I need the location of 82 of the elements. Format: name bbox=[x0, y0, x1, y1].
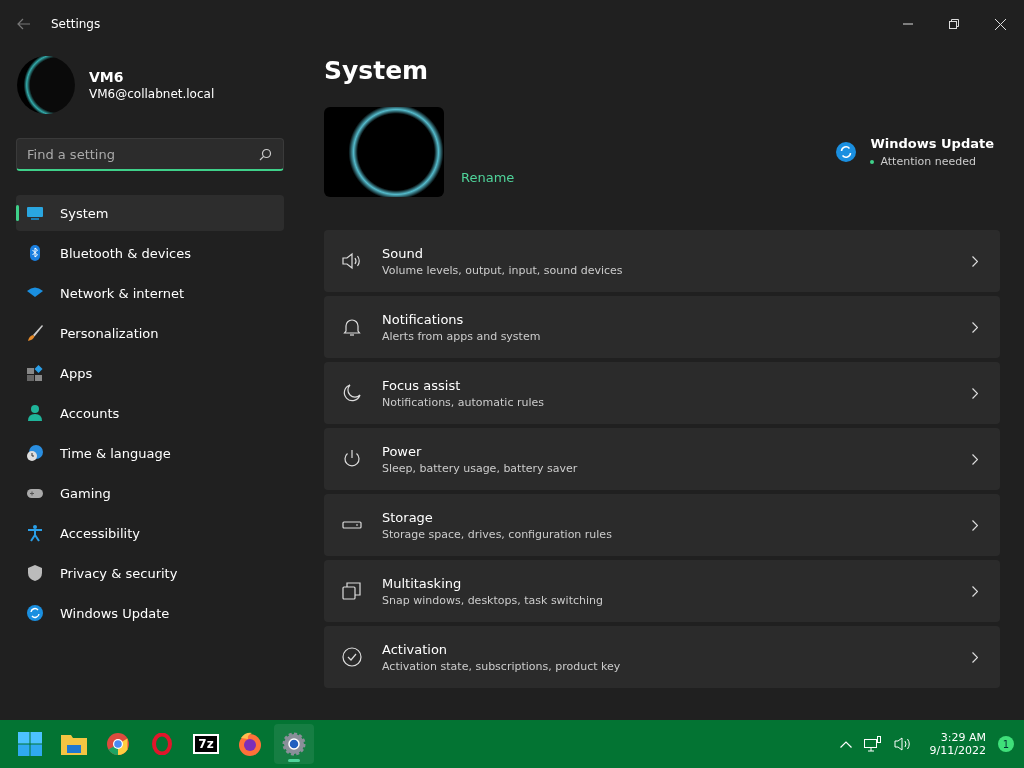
settings-card[interactable]: Multitasking Snap windows, desktops, task switching bbox=[324, 560, 1000, 622]
accessibility-icon bbox=[26, 524, 44, 542]
settings-card[interactable]: Activation Activation state, subscriptions, product key bbox=[324, 626, 1000, 688]
update-title: Windows Update bbox=[870, 136, 994, 151]
settings-card[interactable]: Notifications Alerts from apps and system bbox=[324, 296, 1000, 358]
moon-icon bbox=[342, 383, 362, 403]
restore-icon[interactable] bbox=[949, 19, 959, 29]
settings-card[interactable]: Power Sleep, battery usage, battery saver bbox=[324, 428, 1000, 490]
sidebar-item[interactable]: Apps bbox=[16, 355, 284, 391]
search-field[interactable]: Find a setting bbox=[16, 138, 284, 171]
chevron-right-icon bbox=[972, 585, 978, 597]
search-icon bbox=[259, 148, 272, 161]
card-subtitle: Sleep, battery usage, battery saver bbox=[382, 461, 579, 475]
taskbar-app-button[interactable] bbox=[274, 724, 314, 764]
card-subtitle: Notifications, automatic rules bbox=[382, 395, 545, 409]
chevron-right-icon bbox=[972, 519, 978, 531]
bell-icon bbox=[342, 317, 362, 337]
speaker-icon bbox=[342, 251, 362, 271]
chevron-up-icon[interactable] bbox=[839, 740, 852, 748]
windows-logo-icon bbox=[18, 732, 42, 756]
sidebar-item[interactable]: Network & internet bbox=[16, 275, 284, 311]
notification-badge[interactable]: 1 bbox=[998, 736, 1014, 752]
status-dot-icon bbox=[870, 159, 875, 164]
chevron-right-icon bbox=[972, 321, 978, 333]
card-title: Focus assist bbox=[382, 377, 462, 393]
card-title: Notifications bbox=[382, 311, 465, 327]
account-name: VM6 bbox=[89, 69, 125, 85]
update-status: Attention needed bbox=[880, 155, 976, 168]
card-subtitle: Alerts from apps and system bbox=[382, 329, 542, 343]
account-email: VM6@collabnet.local bbox=[89, 87, 215, 101]
folder-icon bbox=[61, 733, 87, 755]
clock-globe-icon bbox=[26, 444, 44, 462]
settings-card[interactable]: Focus assist Notifications, automatic rules bbox=[324, 362, 1000, 424]
shield-icon bbox=[26, 564, 44, 582]
window-title: Settings bbox=[51, 17, 101, 31]
browser-icon bbox=[107, 733, 129, 755]
windows-icon bbox=[342, 581, 362, 601]
chevron-right-icon bbox=[972, 453, 978, 465]
card-title: Activation bbox=[382, 641, 449, 657]
archiver-icon: 7z bbox=[193, 734, 219, 754]
sync-icon bbox=[836, 142, 857, 162]
sidebar-item[interactable]: Windows Update bbox=[16, 595, 284, 631]
card-title: Storage bbox=[382, 509, 434, 525]
sync-icon bbox=[26, 604, 44, 622]
close-icon[interactable] bbox=[995, 18, 1006, 30]
sidebar-item[interactable]: Privacy & security bbox=[16, 555, 284, 591]
sidebar-item[interactable]: Accessibility bbox=[16, 515, 284, 551]
sidebar-item[interactable]: Gaming bbox=[16, 475, 284, 511]
settings-card[interactable]: Sound Volume levels, output, input, sound devices bbox=[324, 230, 1000, 292]
settings-card[interactable]: Storage Storage space, drives, configuration rules bbox=[324, 494, 1000, 556]
chevron-right-icon bbox=[972, 255, 978, 267]
person-icon bbox=[26, 404, 44, 422]
card-title: Power bbox=[382, 443, 423, 459]
sidebar-item[interactable]: Time & language bbox=[16, 435, 284, 471]
card-subtitle: Storage space, drives, configuration rules bbox=[382, 527, 613, 541]
card-subtitle: Activation state, subscriptions, product key bbox=[382, 659, 622, 673]
network-icon[interactable] bbox=[863, 736, 882, 752]
sidebar-item[interactable]: Bluetooth & devices bbox=[16, 235, 284, 271]
fox-browser-icon bbox=[238, 732, 262, 756]
apps-icon bbox=[26, 364, 44, 382]
chevron-right-icon bbox=[972, 387, 978, 399]
back-arrow-icon[interactable] bbox=[17, 18, 31, 30]
card-title: Multitasking bbox=[382, 575, 463, 591]
card-subtitle: Snap windows, desktops, task switching bbox=[382, 593, 604, 607]
card-subtitle: Volume levels, output, input, sound devices bbox=[382, 263, 624, 277]
check-circle-icon bbox=[342, 647, 362, 667]
sidebar-item[interactable]: System bbox=[16, 195, 284, 231]
sidebar-item[interactable]: Accounts bbox=[16, 395, 284, 431]
power-icon bbox=[342, 449, 362, 469]
rename-link[interactable]: Rename bbox=[461, 170, 515, 185]
clock-time[interactable]: 3:29 AM bbox=[940, 731, 986, 744]
chevron-right-icon bbox=[972, 651, 978, 663]
brush-icon bbox=[26, 324, 44, 342]
taskbar-app-button[interactable]: 7z bbox=[186, 724, 226, 764]
gear-icon bbox=[282, 732, 306, 756]
clock-date[interactable]: 9/11/2022 bbox=[929, 744, 986, 757]
monitor-icon bbox=[26, 204, 44, 222]
sidebar-item[interactable]: Personalization bbox=[16, 315, 284, 351]
card-title: Sound bbox=[382, 245, 424, 261]
page-title: System bbox=[324, 56, 430, 85]
ring-icon bbox=[152, 733, 172, 755]
speaker-icon[interactable] bbox=[893, 736, 912, 752]
